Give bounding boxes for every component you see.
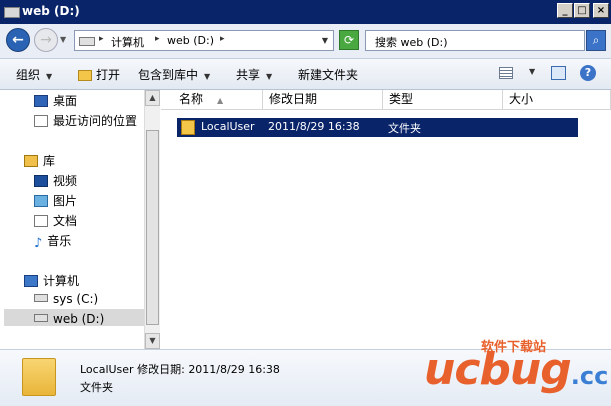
- nav-label: sys (C:): [53, 292, 99, 306]
- preview-pane-icon[interactable]: [551, 66, 566, 80]
- column-header-type[interactable]: 类型: [383, 90, 503, 110]
- share-button[interactable]: 共享 ▼: [236, 66, 272, 83]
- pictures-icon: [34, 195, 48, 207]
- history-dropdown-icon[interactable]: ▼: [60, 35, 66, 44]
- address-input[interactable]: ▸ 计算机 ▸ web (D:) ▸ ▼: [74, 30, 334, 51]
- details-name: LocalUser: [80, 363, 134, 376]
- nav-item-drive-c[interactable]: sys (C:): [34, 292, 98, 309]
- column-label: 类型: [389, 92, 414, 106]
- nav-item-recent-places[interactable]: 最近访问的位置: [34, 112, 137, 129]
- drive-icon: [34, 314, 48, 322]
- view-options-icon[interactable]: [499, 67, 513, 79]
- column-label: 名称: [179, 92, 204, 106]
- desktop-icon: [34, 95, 48, 107]
- close-button[interactable]: ×: [593, 3, 609, 18]
- nav-item-videos[interactable]: 视频: [34, 172, 77, 189]
- forward-button[interactable]: →: [34, 28, 58, 52]
- sort-ascending-icon: ▲: [217, 96, 224, 105]
- nav-item-pictures[interactable]: 图片: [34, 192, 77, 209]
- watermark-suffix: .cc: [570, 362, 609, 390]
- nav-label: 图片: [53, 194, 78, 208]
- folder-icon: [78, 70, 92, 81]
- command-toolbar: 组织 ▼ 打开 包含到库中 ▼ 共享 ▼ 新建文件夹 ▼ ?: [0, 59, 611, 90]
- file-modified: 2011/8/29 16:38: [268, 120, 360, 133]
- open-button[interactable]: 打开: [78, 66, 120, 83]
- breadcrumb-chevron-icon[interactable]: ▸: [155, 34, 160, 44]
- search-icon[interactable]: ⌕: [586, 30, 606, 51]
- title-bar: web (D:) _ □ ×: [0, 0, 611, 24]
- recent-places-icon: [34, 115, 48, 127]
- address-bar-area: ← → ▼ ▸ 计算机 ▸ web (D:) ▸ ▼ ⟳ 搜索 web (D:)…: [0, 24, 611, 59]
- nav-label: 计算机: [43, 274, 80, 288]
- computer-icon: [24, 275, 38, 287]
- scroll-up-icon[interactable]: ▲: [145, 90, 160, 106]
- dropdown-arrow-icon: ▼: [204, 72, 211, 81]
- help-icon[interactable]: ?: [580, 65, 596, 81]
- watermark-logo: ucbug.cc: [424, 344, 608, 395]
- details-modified-label: 修改日期:: [137, 363, 185, 376]
- breadcrumb-chevron-icon[interactable]: ▸: [220, 34, 225, 44]
- details-type: 文件夹: [80, 381, 113, 394]
- video-icon: [34, 175, 48, 187]
- view-dropdown-icon[interactable]: ▼: [529, 67, 535, 76]
- nav-item-computer[interactable]: 计算机: [24, 272, 79, 289]
- drive-icon: [79, 37, 95, 46]
- watermark-brand: ucbug: [424, 344, 572, 395]
- column-header-name[interactable]: 名称 ▲: [161, 90, 263, 110]
- file-type: 文件夹: [388, 122, 421, 135]
- folder-icon: [181, 120, 195, 135]
- dropdown-arrow-icon: ▼: [266, 72, 273, 81]
- column-label: 修改日期: [269, 92, 318, 106]
- drive-icon: [4, 7, 20, 18]
- search-placeholder: 搜索 web (D:): [375, 36, 448, 49]
- file-list: 名称 ▲ 修改日期 类型 大小 LocalUser 2011/8/29 16:38…: [161, 90, 611, 349]
- nav-item-desktop[interactable]: 桌面: [34, 92, 77, 109]
- nav-label: web (D:): [53, 312, 105, 326]
- column-header-modified[interactable]: 修改日期: [263, 90, 383, 110]
- nav-label: 视频: [53, 174, 78, 188]
- include-in-library-button[interactable]: 包含到库中 ▼: [138, 66, 210, 83]
- maximize-button[interactable]: □: [574, 3, 590, 18]
- breadcrumb-chevron-icon[interactable]: ▸: [99, 34, 104, 44]
- back-button[interactable]: ←: [6, 28, 30, 52]
- scroll-down-icon[interactable]: ▼: [145, 333, 160, 349]
- new-folder-button[interactable]: 新建文件夹: [298, 66, 358, 83]
- breadcrumb-drive[interactable]: web (D:): [167, 34, 214, 47]
- open-label: 打开: [96, 68, 121, 82]
- library-icon: [24, 155, 38, 167]
- nav-label: 音乐: [47, 234, 72, 248]
- dropdown-arrow-icon: ▼: [46, 72, 53, 81]
- organize-button[interactable]: 组织 ▼: [16, 66, 52, 83]
- document-icon: [34, 215, 48, 227]
- breadcrumb-computer[interactable]: 计算机: [111, 34, 144, 50]
- search-input[interactable]: 搜索 web (D:): [365, 30, 585, 51]
- folder-icon: [22, 358, 56, 396]
- navigation-pane: 桌面 最近访问的位置 库 视频 图片 文档 ♪ 音乐 计算机 sys (C:) w…: [0, 90, 144, 349]
- scrollbar-thumb[interactable]: [146, 130, 159, 325]
- details-name-line: LocalUser 修改日期: 2011/8/29 16:38: [80, 361, 280, 377]
- nav-label: 桌面: [53, 94, 78, 108]
- file-name: LocalUser: [201, 120, 255, 133]
- file-row[interactable]: LocalUser 2011/8/29 16:38 文件夹: [177, 118, 578, 137]
- share-label: 共享: [236, 68, 261, 82]
- nav-item-drive-d[interactable]: web (D:): [34, 312, 104, 329]
- nav-scrollbar[interactable]: ▲ ▼: [144, 90, 160, 349]
- address-dropdown-icon[interactable]: ▼: [322, 36, 328, 45]
- nav-item-libraries[interactable]: 库: [24, 152, 55, 169]
- column-header-size[interactable]: 大小: [503, 90, 611, 110]
- nav-label: 最近访问的位置: [53, 114, 138, 128]
- music-icon: ♪: [34, 236, 43, 251]
- refresh-button[interactable]: ⟳: [339, 30, 359, 50]
- column-label: 大小: [509, 92, 534, 106]
- nav-item-documents[interactable]: 文档: [34, 212, 77, 229]
- nav-label: 文档: [53, 214, 78, 228]
- drive-icon: [34, 294, 48, 302]
- organize-label: 组织: [16, 68, 41, 82]
- details-modified: 2011/8/29 16:38: [188, 363, 280, 376]
- window-title: web (D:): [22, 4, 80, 18]
- nav-item-music[interactable]: ♪ 音乐: [34, 232, 72, 251]
- minimize-button[interactable]: _: [557, 3, 573, 18]
- nav-label: 库: [43, 154, 56, 168]
- include-label: 包含到库中: [138, 68, 199, 82]
